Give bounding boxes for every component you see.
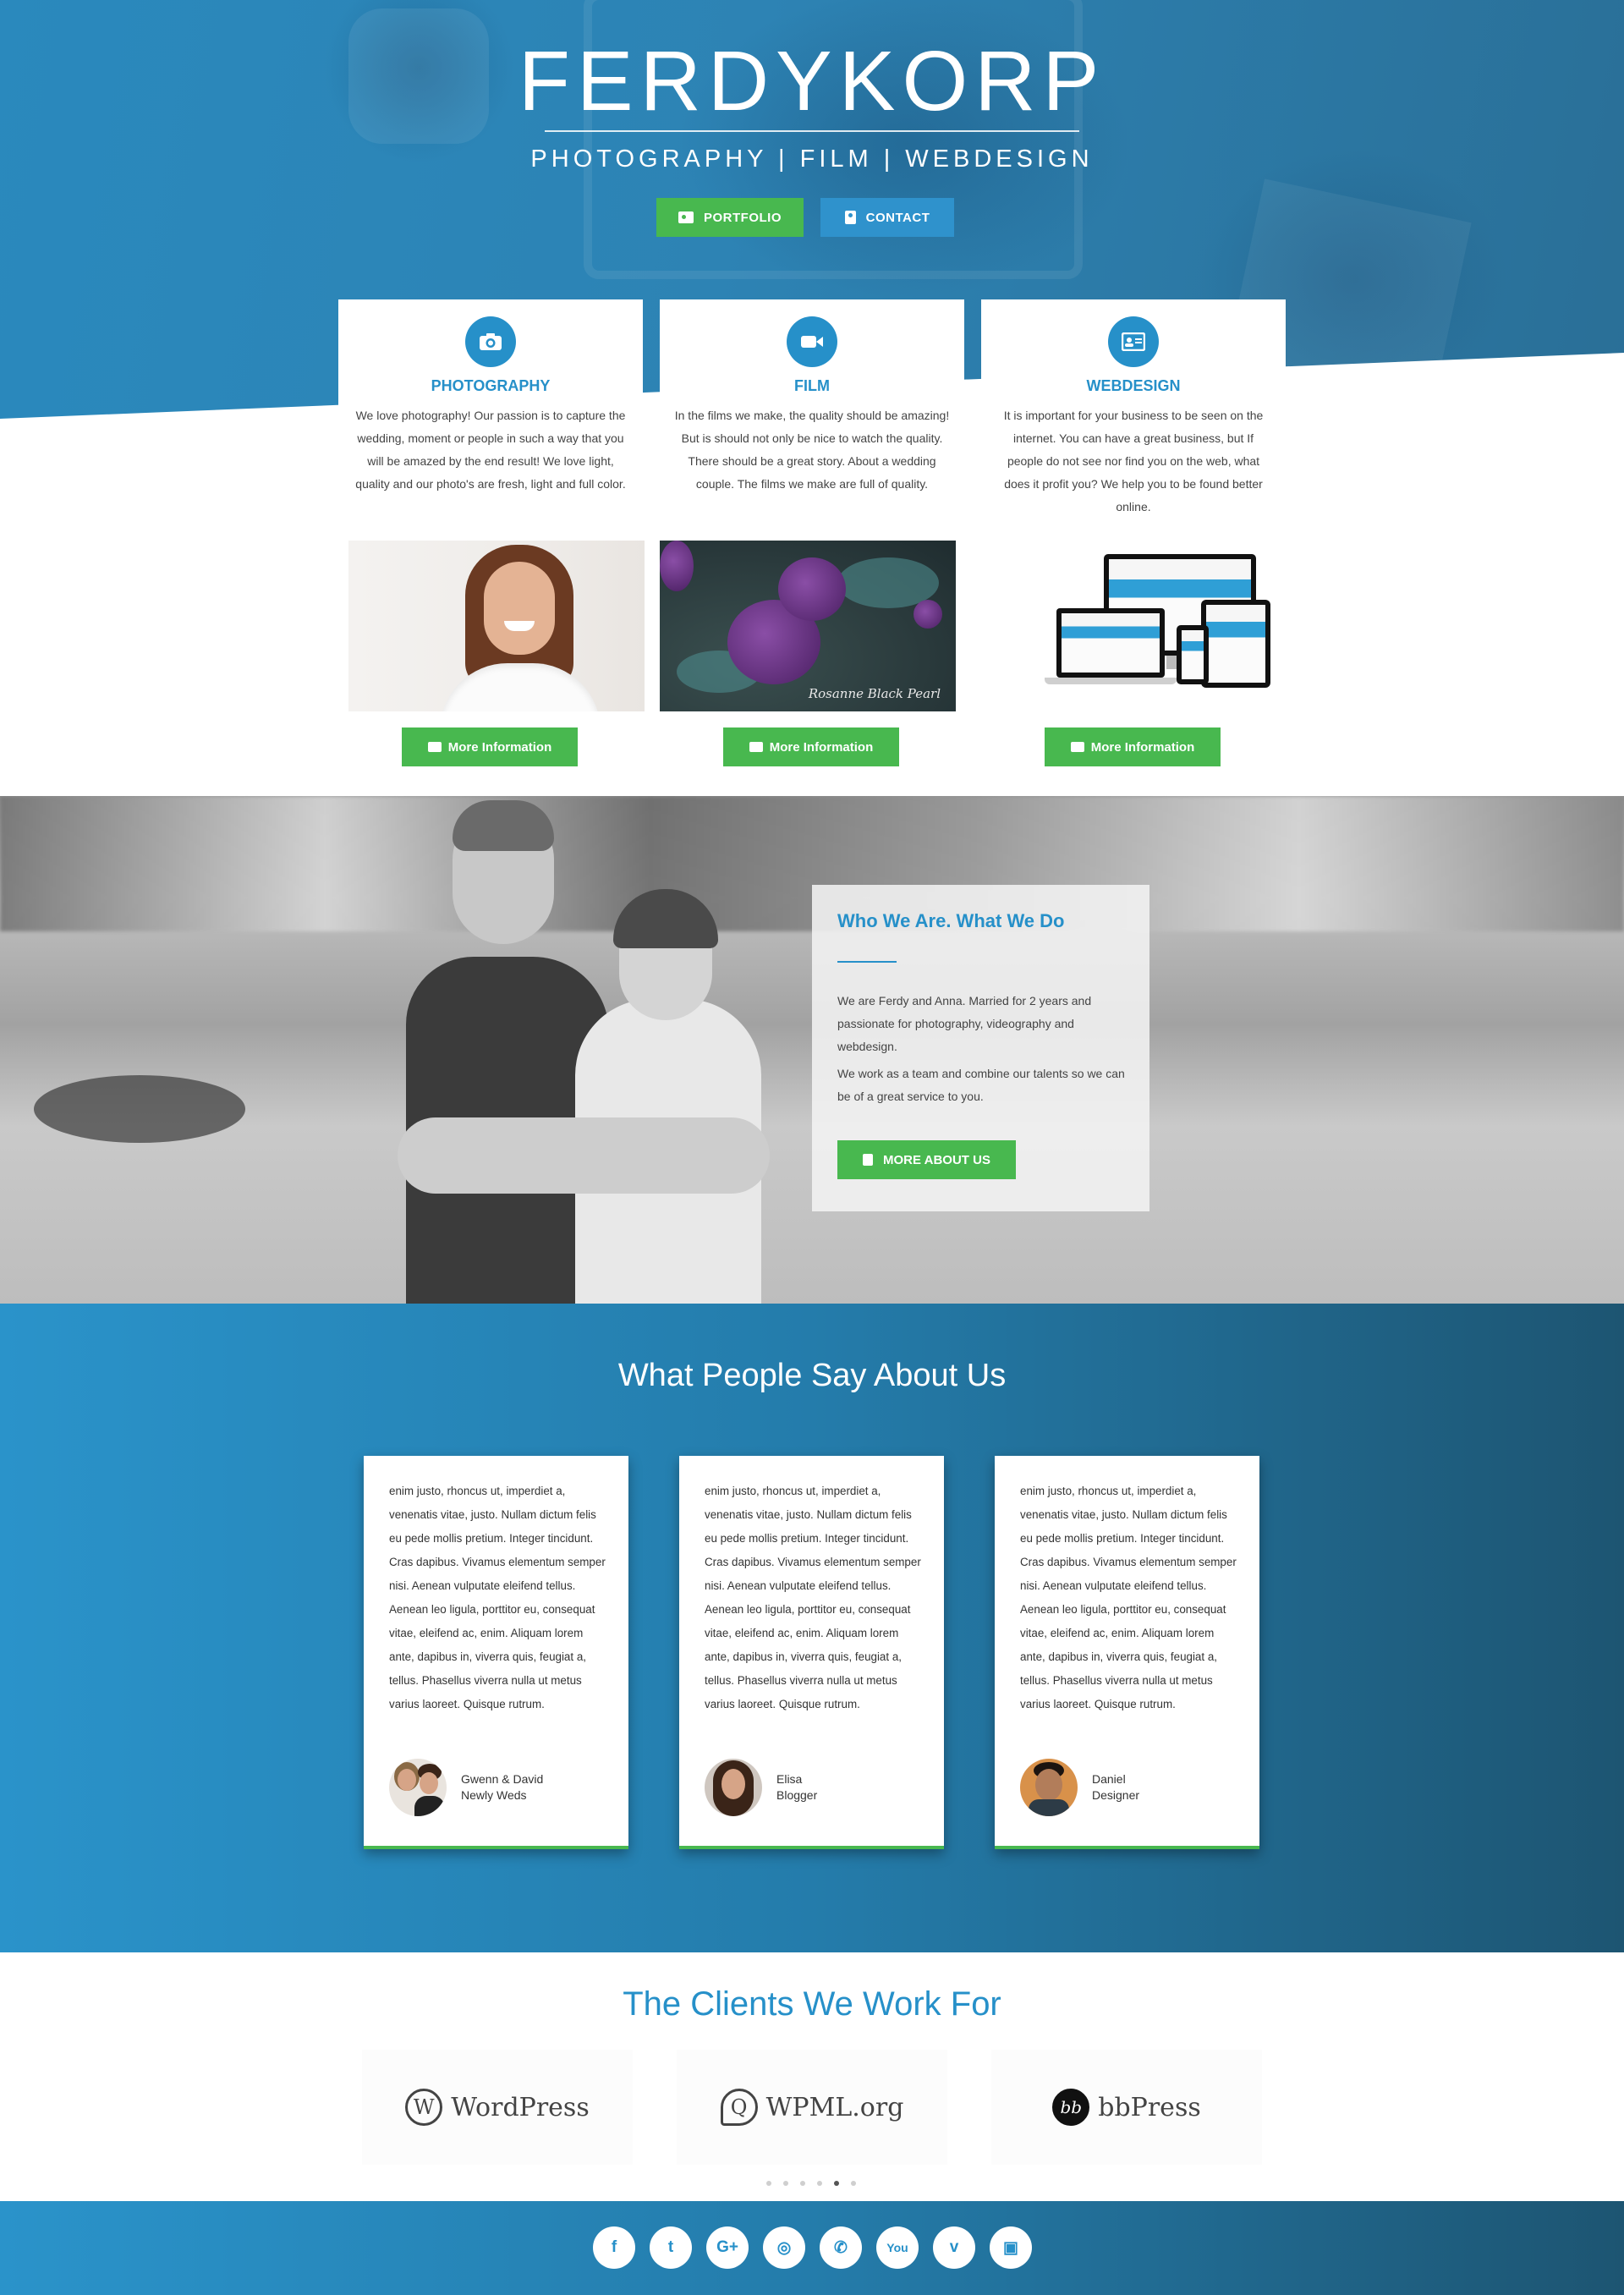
camera-icon	[465, 316, 516, 367]
testimonial-quote: enim justo, rhoncus ut, imperdiet a, ven…	[1020, 1485, 1237, 1710]
more-about-us-label: MORE ABOUT US	[883, 1152, 990, 1167]
about-paragraph-1: We are Ferdy and Anna. Married for 2 yea…	[837, 994, 1092, 1053]
film-sample-image: Rosanne Black Pearl	[660, 541, 956, 711]
author-role: Designer	[1092, 1788, 1140, 1802]
vimeo-icon[interactable]: v	[933, 2226, 975, 2269]
facebook-icon[interactable]: f	[593, 2226, 635, 2269]
video-camera-icon	[787, 316, 837, 367]
avatar	[1020, 1759, 1078, 1816]
carousel-dot[interactable]	[817, 2181, 822, 2186]
client-logo-bbpress[interactable]: bb bbPress	[991, 2050, 1262, 2165]
google-plus-icon[interactable]: G+	[706, 2226, 749, 2269]
service-title: PHOTOGRAPHY	[431, 377, 551, 394]
service-description: We love photography! Our passion is to c…	[355, 409, 626, 491]
twitch-icon[interactable]: ▣	[990, 2226, 1032, 2269]
contact-button-label: CONTACT	[865, 210, 930, 225]
service-description: In the films we make, the quality should…	[674, 409, 950, 491]
instagram-icon[interactable]: ◎	[763, 2226, 805, 2269]
video-camera-icon	[749, 742, 763, 752]
beach-rocks	[34, 1075, 245, 1143]
client-logo-wpml[interactable]: Q WPML.org	[677, 2050, 947, 2165]
id-card-icon	[678, 211, 694, 223]
testimonial-author: Daniel Designer	[1092, 1771, 1139, 1804]
service-card-film: FILM In the films we make, the quality s…	[660, 299, 964, 773]
team-icon	[863, 1154, 874, 1166]
about-title: Who We Are. What We Do	[837, 910, 1065, 931]
testimonials-section: What People Say About Us enim justo, rho…	[0, 1304, 1624, 1952]
clients-heading: The Clients We Work For	[623, 1985, 1001, 2023]
carousel-dot[interactable]	[834, 2181, 839, 2186]
film-more-info-button[interactable]: More Information	[723, 727, 899, 766]
service-card-webdesign: WEBDESIGN It is important for your busin…	[981, 299, 1286, 773]
footer: f t G+ ◎ ✆ You v ▣	[0, 2201, 1624, 2295]
wpml-icon: Q	[720, 2089, 758, 2126]
author-role: Newly Weds	[461, 1788, 527, 1802]
testimonials-heading: What People Say About Us	[617, 1358, 1007, 1393]
wordpress-icon: W	[405, 2089, 443, 2126]
camera-icon	[427, 742, 442, 752]
brand-divider	[545, 130, 1079, 132]
portfolio-button[interactable]: PORTFOLIO	[656, 198, 804, 237]
contact-book-icon	[844, 211, 856, 224]
photography-sample-image	[348, 541, 645, 711]
webdesign-devices-image	[985, 541, 1281, 711]
about-card: Who We Are. What We Do We are Ferdy and …	[812, 885, 1149, 1211]
webdesign-more-info-button[interactable]: More Information	[1045, 727, 1221, 766]
testimonial-card: enim justo, rhoncus ut, imperdiet a, ven…	[995, 1456, 1259, 1849]
testimonial-card: enim justo, rhoncus ut, imperdiet a, ven…	[364, 1456, 628, 1849]
carousel-dot[interactable]	[766, 2181, 771, 2186]
carousel-dot[interactable]	[800, 2181, 805, 2186]
client-logo-wordpress[interactable]: W WordPress	[362, 2050, 633, 2165]
film-image-caption: Rosanne Black Pearl	[808, 686, 941, 701]
brand-title: FERDYKORP	[518, 34, 1106, 129]
portfolio-button-label: PORTFOLIO	[704, 210, 782, 225]
author-name: Daniel	[1092, 1772, 1126, 1786]
testimonial-quote: enim justo, rhoncus ut, imperdiet a, ven…	[705, 1485, 921, 1710]
id-card-icon	[1108, 316, 1159, 367]
client-logo-text: WordPress	[451, 2092, 590, 2122]
author-name: Gwenn & David	[461, 1772, 544, 1786]
author-name: Elisa	[776, 1772, 803, 1786]
avatar	[705, 1759, 762, 1816]
contact-button[interactable]: CONTACT	[820, 198, 954, 237]
avatar	[389, 1759, 447, 1816]
more-info-label: More Information	[1090, 739, 1195, 755]
testimonial-author: Elisa Blogger	[776, 1771, 817, 1804]
bbpress-icon: bb	[1052, 2089, 1090, 2126]
youtube-icon[interactable]: You	[876, 2226, 919, 2269]
about-paragraph-2: We work as a team and combine our talent…	[837, 1067, 1125, 1103]
more-info-label: More Information	[447, 739, 552, 755]
client-logo-text: bbPress	[1098, 2092, 1201, 2122]
testimonial-author: Gwenn & David Newly Weds	[461, 1771, 543, 1804]
service-card-photography: PHOTOGRAPHY We love photography! Our pas…	[338, 299, 645, 773]
service-description: It is important for your business to be …	[1003, 409, 1264, 513]
service-title: FILM	[794, 377, 830, 394]
whatsapp-icon[interactable]: ✆	[820, 2226, 862, 2269]
photography-more-info-button[interactable]: More Information	[402, 727, 578, 766]
carousel-dot[interactable]	[851, 2181, 856, 2186]
man-hair	[453, 800, 554, 851]
carousel-dots	[766, 2181, 856, 2186]
brand-tagline: PHOTOGRAPHY | FILM | WEBDESIGN	[530, 145, 1094, 173]
about-divider	[837, 961, 897, 963]
carousel-dot[interactable]	[783, 2181, 788, 2186]
more-about-us-button[interactable]: MORE ABOUT US	[837, 1140, 1016, 1179]
couple-embrace	[398, 1117, 770, 1194]
twitter-icon[interactable]: t	[650, 2226, 692, 2269]
about-section: Who We Are. What We Do We are Ferdy and …	[0, 796, 1624, 1304]
testimonial-quote: enim justo, rhoncus ut, imperdiet a, ven…	[389, 1485, 606, 1710]
service-title: WEBDESIGN	[1086, 377, 1181, 394]
id-card-icon	[1070, 742, 1084, 752]
author-role: Blogger	[776, 1788, 818, 1802]
more-info-label: More Information	[769, 739, 874, 755]
client-logo-text: WPML.org	[765, 2092, 904, 2122]
testimonial-card: enim justo, rhoncus ut, imperdiet a, ven…	[679, 1456, 944, 1849]
